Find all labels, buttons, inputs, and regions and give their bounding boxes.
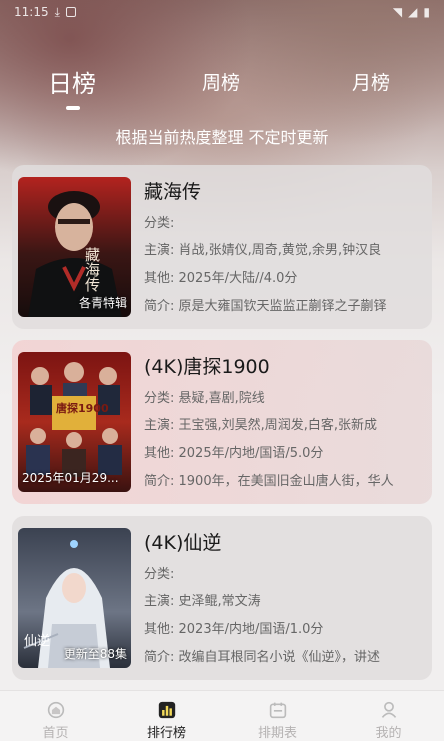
tab-daily[interactable]: 日榜 [48, 64, 96, 99]
nav-label: 排期表 [257, 726, 297, 741]
calendar-icon [269, 702, 286, 719]
nav-label: 首页 [42, 726, 69, 741]
item-cast: 主演: 王宝强,刘昊然,周润发,白客,张新成 [144, 418, 378, 433]
tab-monthly[interactable]: 月榜 [352, 68, 390, 95]
item-other: 其他: 2023年/内地/国语/1.0分 [144, 622, 324, 637]
nav-profile[interactable]: 我的 [333, 691, 444, 741]
item-intro: 简介: 1900年，在美国旧金山唐人街，华人 [144, 474, 394, 489]
item-category: 分类: [144, 216, 175, 231]
item-other: 其他: 2025年/内地/国语/5.0分 [144, 446, 324, 461]
item-cast: 主演: 肖战,张婧仪,周奇,黄觉,余男,钟汉良 [144, 243, 382, 258]
nav-schedule[interactable]: 排期表 [222, 691, 333, 741]
item-intro: 简介: 原是大雍国钦天监监正蒯铎之子蒯铎 [144, 299, 387, 314]
nav-ranking[interactable]: 排行榜 [111, 691, 222, 741]
tab-weekly[interactable]: 周榜 [202, 68, 240, 95]
wifi-icon: ◥ [392, 5, 403, 19]
ranking-card[interactable]: 唐探1900 2025年01月29... (4K)唐探1900 分类: 悬疑,喜… [12, 340, 432, 504]
poster-title-text: 仙逆 [24, 634, 51, 649]
chart-icon [158, 701, 175, 719]
bottom-nav: 首页 排行榜 排期表 我的 [0, 690, 444, 741]
nav-label: 我的 [375, 726, 402, 741]
poster-tag: 2025年01月29... [22, 471, 119, 485]
item-title[interactable]: 藏海传 [144, 177, 201, 204]
poster-image[interactable]: 藏海传 各青特辑 [18, 177, 131, 317]
poster-tag: 各青特辑 [78, 296, 127, 310]
active-tab-indicator [66, 106, 80, 110]
nav-label: 排行榜 [146, 726, 186, 741]
item-title[interactable]: (4K)仙逆 [144, 528, 221, 555]
status-bar: 11:15 ⤓ ◥ ◢ ▮ [0, 0, 444, 24]
notification-icon [65, 7, 76, 17]
poster-tag: 更新至88集 [63, 647, 127, 661]
home-icon [47, 701, 64, 719]
poster-image[interactable]: 唐探1900 2025年01月29... [18, 352, 131, 492]
item-category: 分类: [144, 567, 175, 582]
item-cast: 主演: 史泽鲲,常文涛 [144, 594, 261, 609]
item-other: 其他: 2025年/大陆//4.0分 [144, 271, 298, 286]
download-icon: ⤓ [54, 4, 60, 19]
signal-icon: ◢ [408, 5, 418, 19]
poster-title-text: 唐探1900 [56, 402, 109, 415]
user-icon [381, 701, 396, 718]
item-intro: 简介: 改编自耳根同名小说《仙逆》，讲述 [144, 650, 381, 665]
poster-image[interactable]: 仙逆 更新至88集 [18, 528, 131, 668]
ranking-tabs: 日榜 周榜 月榜 [0, 68, 444, 110]
ranking-card[interactable]: 藏海传 各青特辑 藏海传 分类: 主演: 肖战,张婧仪,周奇,黄觉,余男,钟汉良… [12, 165, 432, 329]
item-title[interactable]: (4K)唐探1900 [144, 352, 270, 379]
battery-icon: ▮ [423, 5, 430, 19]
status-time: 11:15 [14, 5, 49, 19]
poster-title-text: 藏海传 [83, 247, 101, 292]
item-category: 分类: 悬疑,喜剧,院线 [144, 391, 265, 406]
nav-home[interactable]: 首页 [0, 691, 111, 741]
ranking-subtitle: 根据当前热度整理 不定时更新 [115, 128, 329, 147]
ranking-card[interactable]: 仙逆 更新至88集 (4K)仙逆 分类: 主演: 史泽鲲,常文涛 其他: 202… [12, 516, 432, 680]
